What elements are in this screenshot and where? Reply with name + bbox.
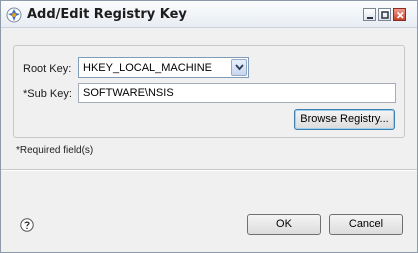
dialog-window: Add/Edit Registry Key Root Key: HKEY_LOC… — [0, 0, 418, 253]
app-logo-icon — [6, 7, 22, 23]
required-fields-note: *Required field(s) — [16, 145, 94, 156]
close-icon[interactable] — [393, 8, 406, 21]
sub-key-input[interactable] — [78, 83, 396, 103]
maximize-icon[interactable] — [378, 8, 391, 21]
ok-button[interactable]: OK — [247, 214, 321, 235]
title-bar[interactable]: Add/Edit Registry Key — [1, 1, 417, 28]
minimize-icon[interactable] — [363, 8, 376, 21]
window-title: Add/Edit Registry Key — [27, 7, 187, 22]
chevron-down-icon[interactable] — [231, 59, 247, 76]
root-key-label: Root Key: — [23, 63, 72, 75]
footer-separator — [1, 169, 417, 171]
cancel-button[interactable]: Cancel — [329, 214, 403, 235]
browse-registry-button[interactable]: Browse Registry... — [294, 109, 395, 130]
root-key-dropdown[interactable]: HKEY_LOCAL_MACHINE — [78, 57, 249, 78]
help-icon[interactable] — [20, 218, 34, 232]
root-key-value: HKEY_LOCAL_MACHINE — [83, 62, 212, 74]
sub-key-label: *Sub Key: — [23, 88, 72, 100]
